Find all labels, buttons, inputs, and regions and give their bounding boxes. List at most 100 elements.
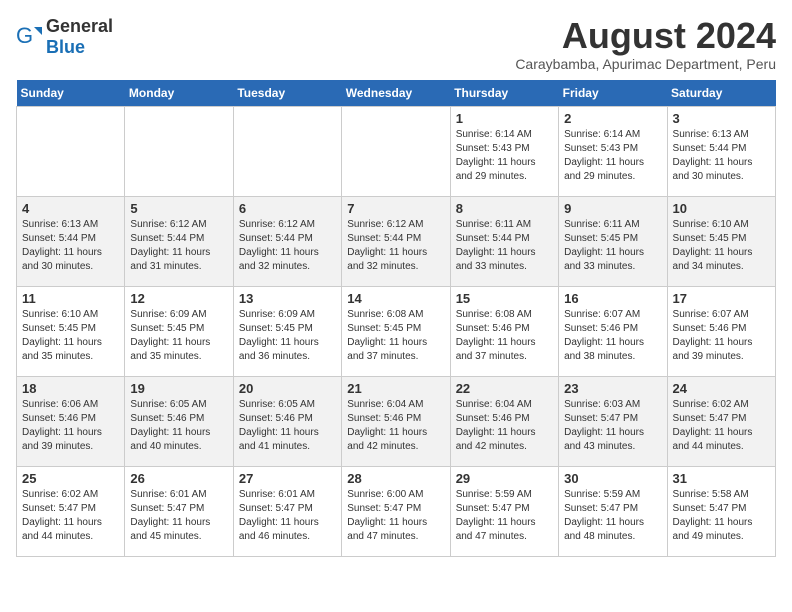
- calendar-cell: 3 Sunrise: 6:13 AM Sunset: 5:44 PM Daylig…: [667, 106, 775, 196]
- day-info: Sunrise: 6:03 AM Sunset: 5:47 PM Dayligh…: [564, 398, 661, 454]
- day-number: 1: [456, 111, 553, 126]
- day-info: Sunrise: 6:07 AM Sunset: 5:46 PM Dayligh…: [564, 308, 661, 364]
- header: G General Blue August 2024 Caraybamba, A…: [16, 16, 776, 72]
- calendar-cell: 27 Sunrise: 6:01 AM Sunset: 5:47 PM Dayli…: [233, 466, 341, 556]
- calendar-cell: 1 Sunrise: 6:14 AM Sunset: 5:43 PM Daylig…: [450, 106, 558, 196]
- calendar-week-row: 18 Sunrise: 6:06 AM Sunset: 5:46 PM Dayli…: [17, 376, 776, 466]
- day-number: 20: [239, 381, 336, 396]
- calendar-week-row: 25 Sunrise: 6:02 AM Sunset: 5:47 PM Dayli…: [17, 466, 776, 556]
- day-number: 27: [239, 471, 336, 486]
- calendar-cell: 31 Sunrise: 5:58 AM Sunset: 5:47 PM Dayli…: [667, 466, 775, 556]
- day-number: 3: [673, 111, 770, 126]
- day-info: Sunrise: 6:14 AM Sunset: 5:43 PM Dayligh…: [564, 128, 661, 184]
- calendar-cell: 13 Sunrise: 6:09 AM Sunset: 5:45 PM Dayli…: [233, 286, 341, 376]
- day-info: Sunrise: 6:11 AM Sunset: 5:44 PM Dayligh…: [456, 218, 553, 274]
- calendar-cell: 28 Sunrise: 6:00 AM Sunset: 5:47 PM Dayli…: [342, 466, 450, 556]
- day-info: Sunrise: 6:12 AM Sunset: 5:44 PM Dayligh…: [130, 218, 227, 274]
- day-number: 6: [239, 201, 336, 216]
- calendar-cell: 7Sunrise: 6:12 AM Sunset: 5:44 PM Daylig…: [342, 196, 450, 286]
- day-number: 22: [456, 381, 553, 396]
- logo-general-text: General: [46, 16, 113, 36]
- day-info: Sunrise: 6:08 AM Sunset: 5:46 PM Dayligh…: [456, 308, 553, 364]
- day-number: 7: [347, 201, 444, 216]
- day-number: 16: [564, 291, 661, 306]
- calendar-week-row: 1 Sunrise: 6:14 AM Sunset: 5:43 PM Daylig…: [17, 106, 776, 196]
- day-number: 18: [22, 381, 119, 396]
- day-info: Sunrise: 5:59 AM Sunset: 5:47 PM Dayligh…: [564, 488, 661, 544]
- calendar-header-day: Monday: [125, 80, 233, 107]
- day-info: Sunrise: 6:05 AM Sunset: 5:46 PM Dayligh…: [130, 398, 227, 454]
- logo-blue-text: Blue: [46, 37, 85, 57]
- day-info: Sunrise: 6:10 AM Sunset: 5:45 PM Dayligh…: [22, 308, 119, 364]
- page-title: August 2024: [515, 16, 776, 56]
- day-number: 8: [456, 201, 553, 216]
- calendar-cell: 9 Sunrise: 6:11 AM Sunset: 5:45 PM Daylig…: [559, 196, 667, 286]
- title-area: August 2024 Caraybamba, Apurimac Departm…: [515, 16, 776, 72]
- day-info: Sunrise: 6:08 AM Sunset: 5:45 PM Dayligh…: [347, 308, 444, 364]
- calendar-cell: [125, 106, 233, 196]
- day-number: 2: [564, 111, 661, 126]
- calendar-cell: 16 Sunrise: 6:07 AM Sunset: 5:46 PM Dayli…: [559, 286, 667, 376]
- calendar-cell: [233, 106, 341, 196]
- day-number: 25: [22, 471, 119, 486]
- day-info: Sunrise: 6:05 AM Sunset: 5:46 PM Dayligh…: [239, 398, 336, 454]
- calendar-cell: [342, 106, 450, 196]
- day-info: Sunrise: 6:04 AM Sunset: 5:46 PM Dayligh…: [456, 398, 553, 454]
- calendar-header-day: Saturday: [667, 80, 775, 107]
- calendar-cell: 12 Sunrise: 6:09 AM Sunset: 5:45 PM Dayli…: [125, 286, 233, 376]
- calendar-table: SundayMondayTuesdayWednesdayThursdayFrid…: [16, 80, 776, 557]
- calendar-cell: 22 Sunrise: 6:04 AM Sunset: 5:46 PM Dayli…: [450, 376, 558, 466]
- calendar-body: 1 Sunrise: 6:14 AM Sunset: 5:43 PM Daylig…: [17, 106, 776, 556]
- calendar-cell: 18 Sunrise: 6:06 AM Sunset: 5:46 PM Dayli…: [17, 376, 125, 466]
- day-number: 14: [347, 291, 444, 306]
- calendar-cell: 23 Sunrise: 6:03 AM Sunset: 5:47 PM Dayli…: [559, 376, 667, 466]
- day-info: Sunrise: 6:02 AM Sunset: 5:47 PM Dayligh…: [673, 398, 770, 454]
- calendar-cell: 10Sunrise: 6:10 AM Sunset: 5:45 PM Dayli…: [667, 196, 775, 286]
- calendar-header-day: Sunday: [17, 80, 125, 107]
- calendar-cell: 8 Sunrise: 6:11 AM Sunset: 5:44 PM Daylig…: [450, 196, 558, 286]
- day-info: Sunrise: 6:02 AM Sunset: 5:47 PM Dayligh…: [22, 488, 119, 544]
- calendar-header-day: Wednesday: [342, 80, 450, 107]
- calendar-cell: 20 Sunrise: 6:05 AM Sunset: 5:46 PM Dayli…: [233, 376, 341, 466]
- calendar-cell: 14 Sunrise: 6:08 AM Sunset: 5:45 PM Dayli…: [342, 286, 450, 376]
- day-number: 13: [239, 291, 336, 306]
- calendar-cell: 24 Sunrise: 6:02 AM Sunset: 5:47 PM Dayli…: [667, 376, 775, 466]
- day-info: Sunrise: 6:14 AM Sunset: 5:43 PM Dayligh…: [456, 128, 553, 184]
- day-info: Sunrise: 6:00 AM Sunset: 5:47 PM Dayligh…: [347, 488, 444, 544]
- day-number: 21: [347, 381, 444, 396]
- calendar-header: SundayMondayTuesdayWednesdayThursdayFrid…: [17, 80, 776, 107]
- day-info: Sunrise: 6:11 AM Sunset: 5:45 PM Dayligh…: [564, 218, 661, 274]
- day-number: 23: [564, 381, 661, 396]
- calendar-cell: 6 Sunrise: 6:12 AM Sunset: 5:44 PM Daylig…: [233, 196, 341, 286]
- page-subtitle: Caraybamba, Apurimac Department, Peru: [515, 56, 776, 72]
- day-number: 24: [673, 381, 770, 396]
- calendar-header-day: Friday: [559, 80, 667, 107]
- day-number: 4: [22, 201, 119, 216]
- day-number: 5: [130, 201, 227, 216]
- day-number: 31: [673, 471, 770, 486]
- calendar-cell: 5 Sunrise: 6:12 AM Sunset: 5:44 PM Daylig…: [125, 196, 233, 286]
- day-number: 9: [564, 201, 661, 216]
- calendar-cell: 11 Sunrise: 6:10 AM Sunset: 5:45 PM Dayli…: [17, 286, 125, 376]
- calendar-cell: 21 Sunrise: 6:04 AM Sunset: 5:46 PM Dayli…: [342, 376, 450, 466]
- calendar-cell: 30Sunrise: 5:59 AM Sunset: 5:47 PM Dayli…: [559, 466, 667, 556]
- day-info: Sunrise: 6:12 AM Sunset: 5:44 PM Dayligh…: [239, 218, 336, 274]
- day-number: 17: [673, 291, 770, 306]
- day-number: 12: [130, 291, 227, 306]
- day-info: Sunrise: 6:07 AM Sunset: 5:46 PM Dayligh…: [673, 308, 770, 364]
- logo-icon: G: [16, 23, 44, 51]
- calendar-cell: 26Sunrise: 6:01 AM Sunset: 5:47 PM Dayli…: [125, 466, 233, 556]
- day-info: Sunrise: 6:06 AM Sunset: 5:46 PM Dayligh…: [22, 398, 119, 454]
- calendar-cell: 2 Sunrise: 6:14 AM Sunset: 5:43 PM Daylig…: [559, 106, 667, 196]
- calendar-cell: 29Sunrise: 5:59 AM Sunset: 5:47 PM Dayli…: [450, 466, 558, 556]
- logo: G General Blue: [16, 16, 113, 58]
- day-number: 28: [347, 471, 444, 486]
- day-info: Sunrise: 5:58 AM Sunset: 5:47 PM Dayligh…: [673, 488, 770, 544]
- day-info: Sunrise: 6:09 AM Sunset: 5:45 PM Dayligh…: [239, 308, 336, 364]
- day-info: Sunrise: 6:13 AM Sunset: 5:44 PM Dayligh…: [673, 128, 770, 184]
- day-info: Sunrise: 6:01 AM Sunset: 5:47 PM Dayligh…: [239, 488, 336, 544]
- day-number: 11: [22, 291, 119, 306]
- day-info: Sunrise: 6:09 AM Sunset: 5:45 PM Dayligh…: [130, 308, 227, 364]
- day-info: Sunrise: 6:04 AM Sunset: 5:46 PM Dayligh…: [347, 398, 444, 454]
- calendar-cell: 15Sunrise: 6:08 AM Sunset: 5:46 PM Dayli…: [450, 286, 558, 376]
